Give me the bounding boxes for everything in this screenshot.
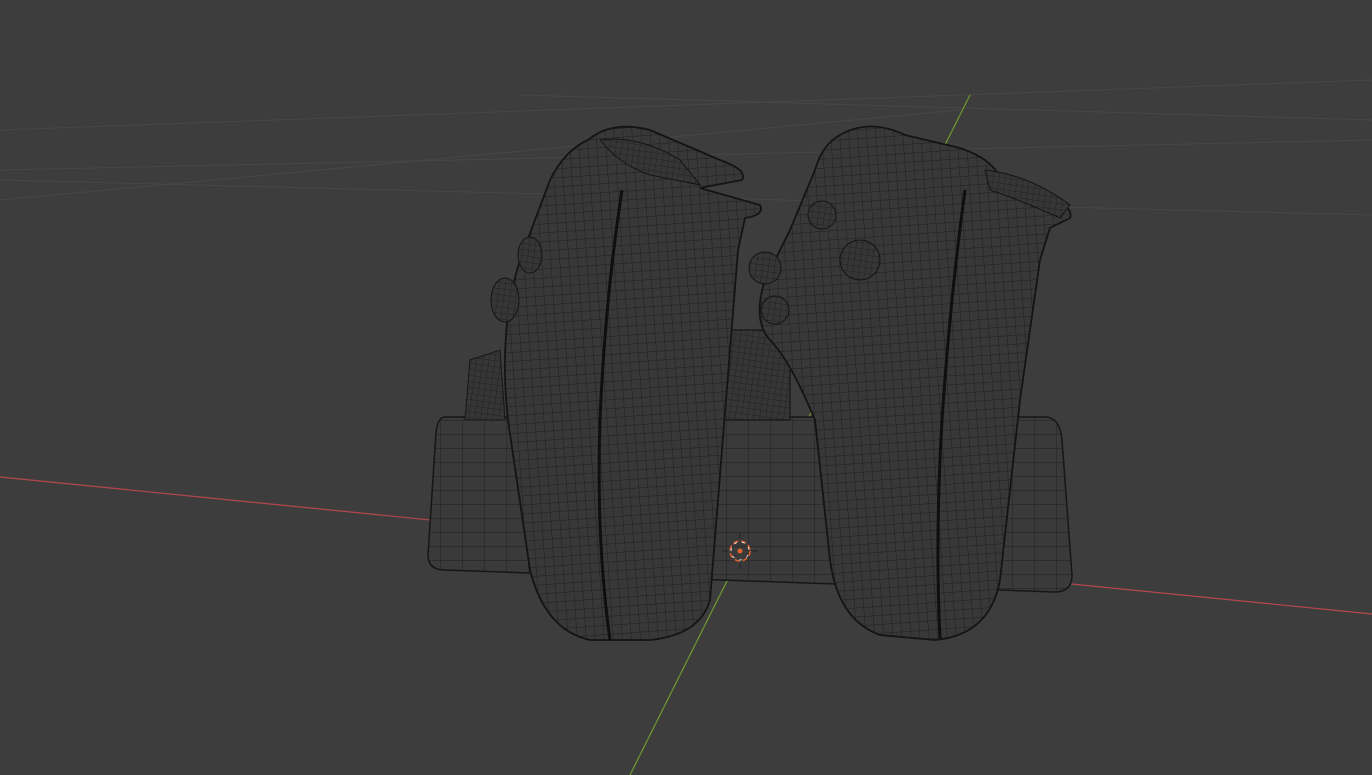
viewport-canvas[interactable] — [0, 0, 1372, 775]
3d-viewport[interactable] — [0, 0, 1372, 775]
